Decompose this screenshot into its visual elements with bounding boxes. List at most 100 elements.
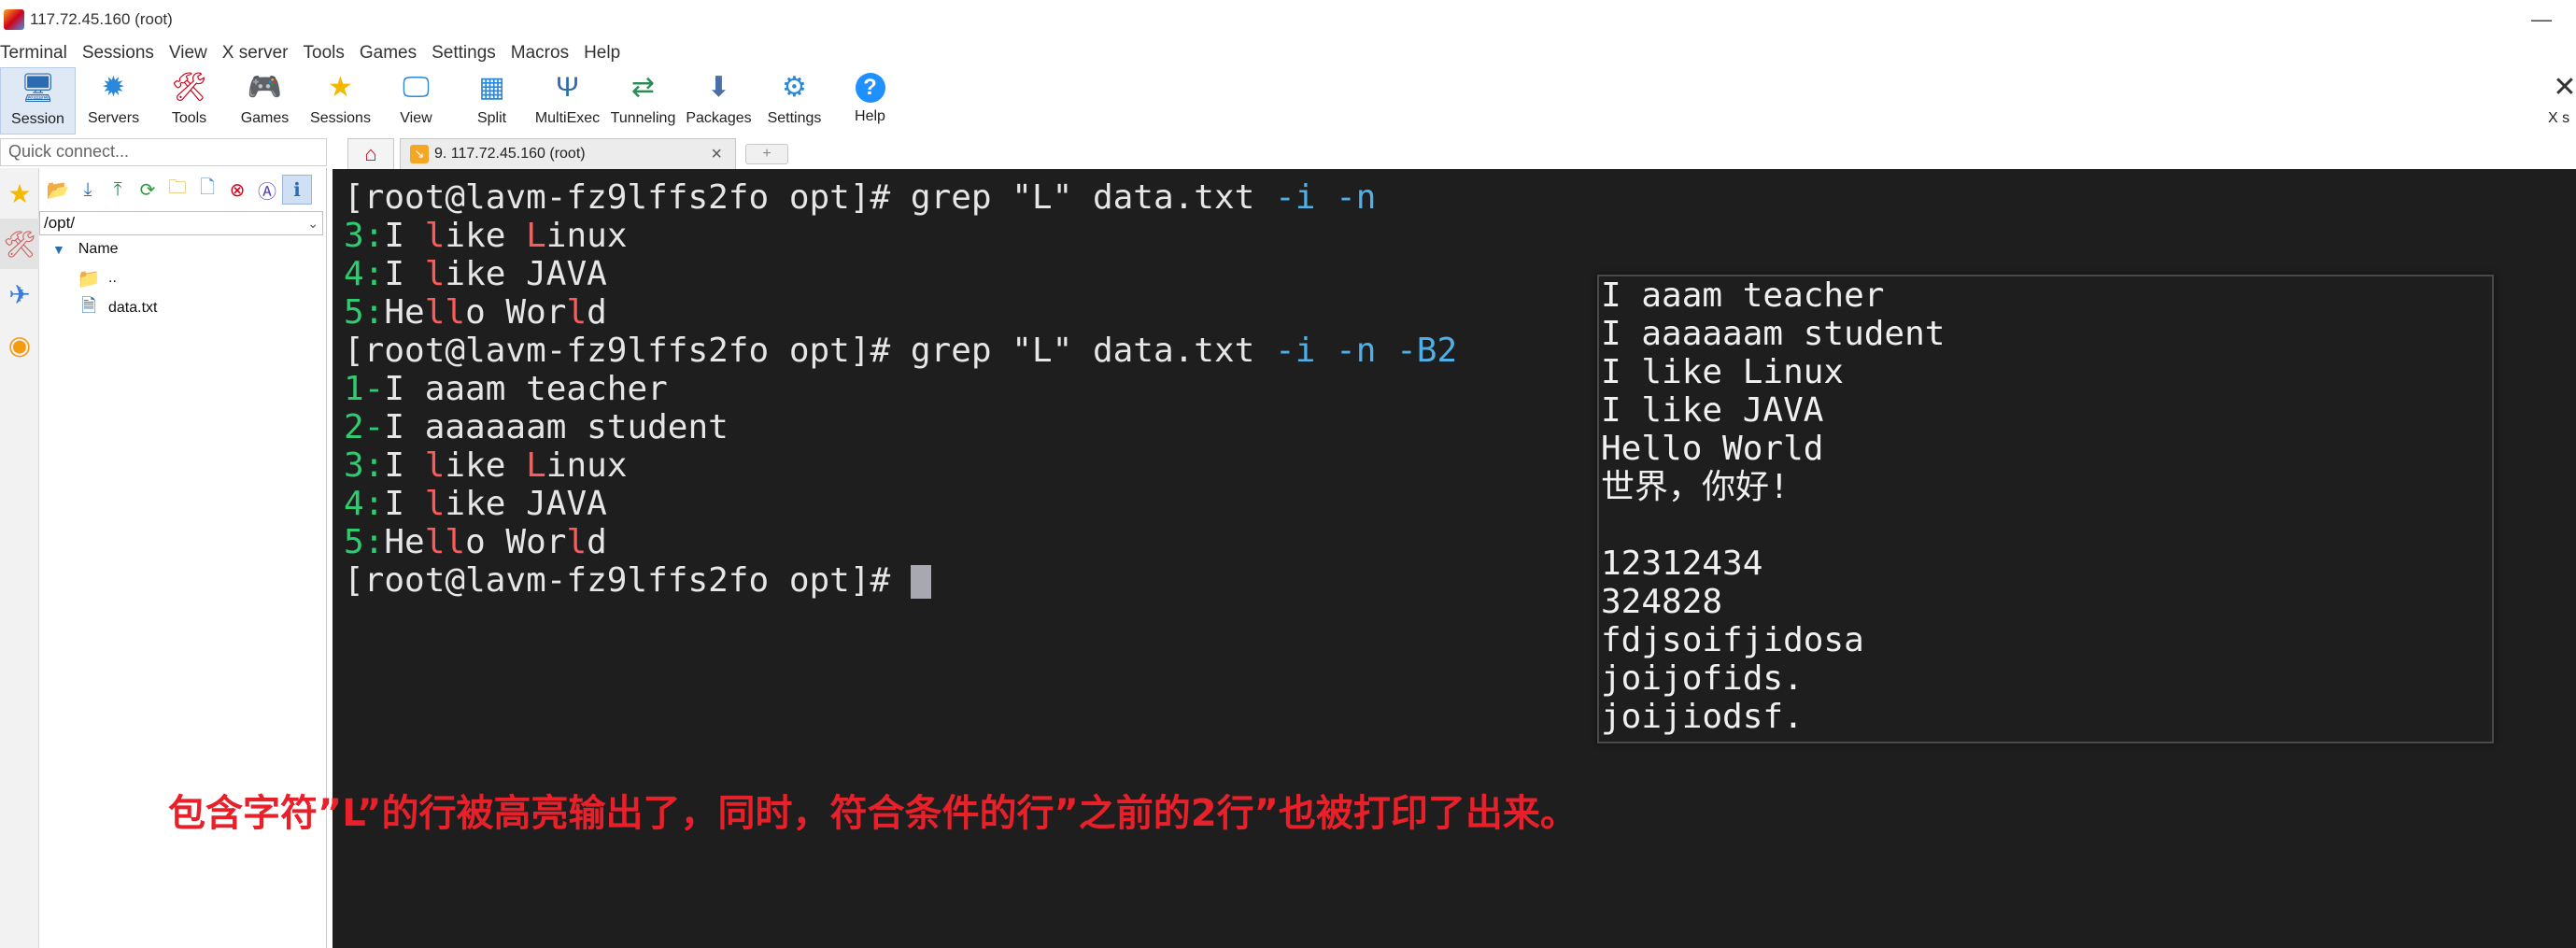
toolbar-multiexec-button[interactable]: Ψ MultiExec: [530, 67, 605, 134]
new-tab-button[interactable]: +: [745, 144, 788, 164]
main-toolbar: 🖥 Session ✹ Servers 🛠 Tools 🎮 Games ★ Sessions 🖵 Vi…: [0, 67, 2576, 134]
toolbar-sessions-button[interactable]: ★ Sessions: [303, 67, 378, 134]
output-text: d: [587, 293, 607, 332]
menu-view[interactable]: View: [162, 39, 215, 67]
view-icon: 🖵: [403, 72, 430, 103]
output-text: I: [384, 217, 425, 255]
parent-folder-icon[interactable]: 📂: [43, 175, 73, 205]
refresh-icon[interactable]: ⟳: [133, 175, 163, 205]
annotation-caption: 包含字符”L”的行被高亮输出了，同时，符合条件的行”之前的2行”也被打印了出来。: [168, 792, 1578, 835]
new-file-icon[interactable]: 🗋: [192, 175, 222, 205]
sidebar-macros[interactable]: ✈: [0, 269, 39, 319]
session-tab[interactable]: ↘ 9. 117.72.45.160 (root) ×: [400, 138, 736, 169]
output-text: ike JAVA: [445, 255, 607, 293]
match-highlight: l: [566, 293, 587, 332]
star-icon: ★: [7, 178, 32, 208]
file-content-line: I aaaaaam student: [1601, 315, 1946, 353]
output-text: ike: [445, 446, 527, 485]
toolbar-label: Sessions: [310, 110, 371, 126]
new-folder-icon[interactable]: 🗀: [163, 175, 192, 205]
name-column-label: Name: [78, 241, 119, 257]
output-text: o Wor: [465, 523, 567, 561]
home-icon: ⌂: [364, 142, 377, 165]
title-bar: 117.72.45.160 (root) —: [0, 0, 2576, 39]
upload-icon[interactable]: ⤒: [103, 175, 133, 205]
toolbar-games-button[interactable]: 🎮 Games: [227, 67, 303, 134]
file-content-line: I like JAVA: [1601, 391, 1824, 430]
toolbar-view-button[interactable]: 🖵 View: [378, 67, 454, 134]
tools-icon: 🛠: [3, 229, 36, 259]
help-icon: ?: [855, 73, 885, 103]
menu-help[interactable]: Help: [576, 39, 628, 67]
menu-settings[interactable]: Settings: [424, 39, 503, 67]
delete-icon[interactable]: ⊗: [222, 175, 252, 205]
terminal-cursor: [910, 565, 931, 599]
text-file-icon: 🗎: [80, 296, 97, 317]
menu-tools[interactable]: Tools: [296, 39, 352, 67]
line-number: 5:: [344, 293, 385, 332]
sidebar-sftp[interactable]: ◉: [0, 319, 39, 370]
terminal-output-line: 3:I like Linux: [344, 217, 2576, 255]
match-highlight: L: [526, 446, 546, 485]
toolbar-tunneling-button[interactable]: ⇄ Tunneling: [605, 67, 681, 134]
minimize-button[interactable]: —: [2527, 6, 2555, 34]
menu-sessions[interactable]: Sessions: [75, 39, 162, 67]
line-number: 4:: [344, 255, 385, 293]
file-content-line: joijiodsf.: [1601, 698, 1804, 736]
toolbar-session-button[interactable]: 🖥 Session: [0, 67, 76, 134]
sftp-item-data-txt[interactable]: 🗎 data.txt: [39, 293, 326, 323]
match-highlight: L: [526, 217, 546, 255]
line-number: 3:: [344, 446, 385, 485]
session-tabs: ⌂ ↘ 9. 117.72.45.160 (root) × +: [333, 138, 2576, 169]
output-text: I: [384, 446, 425, 485]
rename-icon[interactable]: Ⓐ: [252, 175, 282, 205]
follow-terminal-icon[interactable]: ℹ: [282, 175, 312, 205]
menu-games[interactable]: Games: [352, 39, 424, 67]
line-number: 5:: [344, 523, 385, 561]
option-b2: -B2: [1396, 332, 1458, 370]
toolbar-label: MultiExec: [534, 110, 601, 126]
sidebar-strip: ★ 🛠 ✈ ◉: [0, 168, 39, 948]
menu-x-server[interactable]: X server: [215, 39, 296, 67]
servers-icon: ✹: [101, 72, 126, 103]
output-text: He: [384, 293, 425, 332]
match-highlight: l: [424, 255, 446, 293]
packages-icon: ⬇: [706, 72, 731, 103]
sidebar-sessions-star[interactable]: ★: [0, 168, 39, 219]
sftp-path-field[interactable]: /opt/ ⌄: [39, 211, 323, 235]
toolbar-packages-button[interactable]: ⬇ Packages: [681, 67, 757, 134]
toolbar-settings-button[interactable]: ⚙ Settings: [757, 67, 832, 134]
toolbar-split-button[interactable]: ▦ Split: [454, 67, 530, 134]
sftp-column-header[interactable]: ▼ Name: [39, 235, 326, 263]
output-text: I aaaaaam student: [384, 408, 729, 446]
file-content-line: I like Linux: [1601, 353, 1845, 391]
toolbar-servers-button[interactable]: ✹ Servers: [76, 67, 151, 134]
x-server-button[interactable]: ✕ X s: [2548, 67, 2576, 134]
output-text: ike: [445, 217, 527, 255]
sftp-item-parent[interactable]: 📁 ..: [39, 263, 326, 293]
output-text: o Wor: [465, 293, 567, 332]
download-icon[interactable]: ⤓: [73, 175, 103, 205]
session-icon: 🖥: [20, 73, 56, 104]
toolbar-label: Help: [855, 108, 885, 124]
menu-macros[interactable]: Macros: [503, 39, 576, 67]
menu-terminal[interactable]: Terminal: [0, 39, 75, 67]
toolbar-label: Packages: [686, 110, 752, 126]
chevron-down-icon: ⌄: [307, 215, 318, 231]
file-content-line: Hello World: [1601, 430, 1824, 468]
line-number: 3:: [344, 217, 385, 255]
toolbar-tools-button[interactable]: 🛠 Tools: [151, 67, 227, 134]
option-i: -i: [1275, 332, 1316, 370]
toolbar-help-button[interactable]: ? Help: [832, 67, 908, 134]
option-i: -i: [1275, 178, 1316, 217]
match-highlight: l: [424, 485, 446, 523]
quick-connect-input[interactable]: Quick connect...: [0, 138, 327, 166]
home-tab[interactable]: ⌂: [347, 138, 394, 169]
sidebar-tools[interactable]: 🛠: [0, 219, 39, 269]
output-text: I: [384, 255, 425, 293]
close-tab-icon[interactable]: ×: [711, 144, 722, 165]
file-content-line: I aaam teacher: [1601, 276, 1885, 315]
command-text: grep "L" data.txt: [910, 178, 1276, 217]
output-text: He: [384, 523, 425, 561]
prompt: [root@lavm-fz9lffs2fo opt]#: [344, 178, 911, 217]
